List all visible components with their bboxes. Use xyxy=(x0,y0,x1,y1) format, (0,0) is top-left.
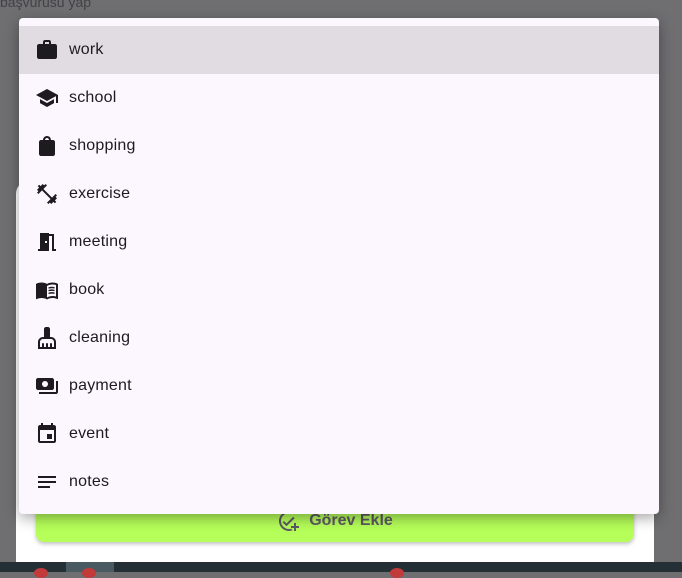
menu-item-exercise[interactable]: exercise xyxy=(19,170,659,218)
school-icon xyxy=(35,86,59,110)
menu-item-label: exercise xyxy=(69,185,131,202)
menu-item-cleaning[interactable]: cleaning xyxy=(19,314,659,362)
dumbbell-icon xyxy=(35,182,59,206)
broom-icon xyxy=(35,326,59,350)
briefcase-icon xyxy=(35,38,59,62)
calendar-event-icon xyxy=(35,422,59,446)
menu-item-label: shopping xyxy=(69,137,136,154)
menu-item-label: event xyxy=(69,425,110,442)
menu-item-school[interactable]: school xyxy=(19,74,659,122)
shopping-bag-icon xyxy=(35,134,59,158)
book-icon xyxy=(35,278,59,302)
payment-icon xyxy=(35,374,59,398)
menu-item-label: cleaning xyxy=(69,329,131,346)
menu-item-meeting[interactable]: meeting xyxy=(19,218,659,266)
taskbar-app-icon[interactable] xyxy=(82,568,96,578)
taskbar-app-icon[interactable] xyxy=(34,568,48,578)
add-task-label: Görev Ekle xyxy=(309,512,393,529)
menu-item-notes[interactable]: notes xyxy=(19,458,659,506)
notes-icon xyxy=(35,470,59,494)
menu-item-label: payment xyxy=(69,377,132,394)
category-dropdown-menu: work school shopping exercise meeting bo… xyxy=(19,18,659,514)
menu-item-label: book xyxy=(69,281,105,298)
menu-item-book[interactable]: book xyxy=(19,266,659,314)
menu-item-label: notes xyxy=(69,473,110,490)
menu-item-payment[interactable]: payment xyxy=(19,362,659,410)
background-task-text: başvurusu yap xyxy=(0,0,92,10)
door-icon xyxy=(35,230,59,254)
menu-item-work[interactable]: work xyxy=(19,26,659,74)
menu-item-label: school xyxy=(69,89,117,106)
menu-item-label: meeting xyxy=(69,233,128,250)
taskbar-app-icon[interactable] xyxy=(390,568,404,578)
menu-item-event[interactable]: event xyxy=(19,410,659,458)
menu-item-shopping[interactable]: shopping xyxy=(19,122,659,170)
menu-item-label: work xyxy=(69,41,104,58)
